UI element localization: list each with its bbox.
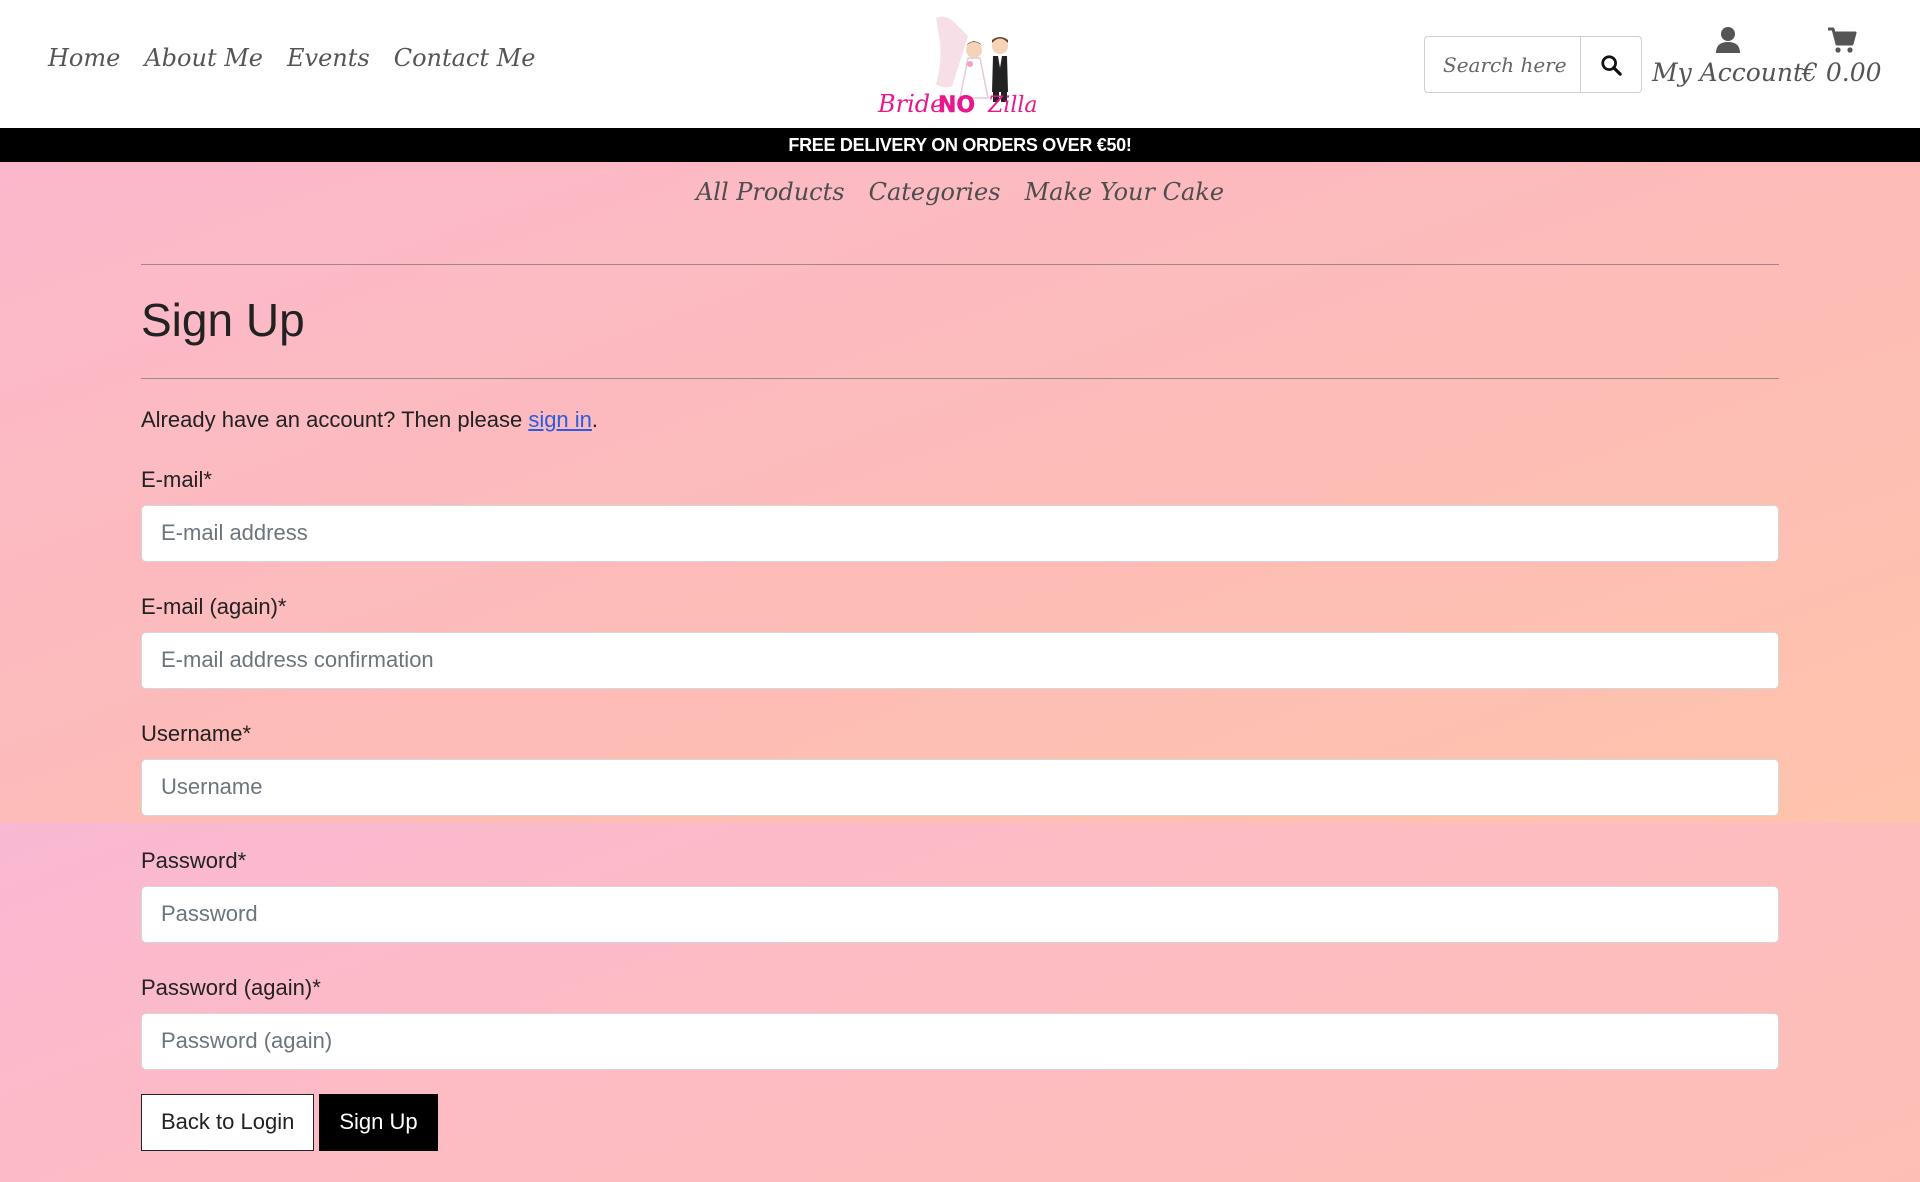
username-label: Username*	[141, 720, 252, 746]
my-account-link[interactable]: My Account	[1652, 26, 1803, 87]
top-divider	[141, 264, 1779, 265]
signup-form: E-mail* E-mail (again)* Username* Passwo…	[141, 467, 1779, 1151]
subnav-make-your-cake-link[interactable]: Make Your Cake	[1025, 178, 1224, 206]
search-button[interactable]	[1580, 36, 1642, 93]
signin-prompt: Already have an account? Then please sig…	[141, 407, 1779, 433]
nav-contact-link[interactable]: Contact Me	[394, 44, 536, 72]
logo-text-zilla: Zilla	[987, 93, 1038, 116]
signup-section: Sign Up Already have an account? Then pl…	[141, 264, 1779, 1151]
email-confirm-field[interactable]	[141, 631, 1779, 689]
logo-text-bride: Bride	[877, 90, 944, 116]
cart-link[interactable]: € 0.00	[1802, 26, 1882, 87]
back-to-login-button[interactable]: Back to Login	[141, 1093, 315, 1151]
email-label: E-mail*	[141, 466, 212, 492]
my-account-label: My Account	[1652, 58, 1804, 87]
cart-icon	[1827, 27, 1857, 53]
subnav-categories-link[interactable]: Categories	[869, 178, 1001, 206]
main-nav: Home About Me Events Contact Me	[48, 44, 535, 72]
cart-total: € 0.00	[1802, 58, 1882, 87]
form-actions: Back to Login Sign Up	[141, 1093, 1779, 1151]
user-icon	[1715, 27, 1740, 53]
bride-groom-logo-icon: Bride NO Zilla	[877, 16, 1038, 118]
product-nav: All Products Categories Make Your Cake	[0, 178, 1920, 206]
title-divider	[141, 377, 1779, 379]
email-confirm-label: E-mail (again)*	[141, 593, 287, 619]
subnav-all-products-link[interactable]: All Products	[696, 178, 845, 206]
search-input[interactable]	[1424, 36, 1580, 93]
sign-in-link[interactable]: sign in	[528, 407, 592, 432]
search-icon	[1601, 54, 1622, 76]
nav-home-link[interactable]: Home	[48, 44, 120, 72]
sign-up-button[interactable]: Sign Up	[319, 1093, 438, 1151]
signin-prompt-suffix: .	[591, 406, 599, 432]
nav-about-link[interactable]: About Me	[144, 44, 263, 72]
delivery-banner-text: FREE DELIVERY ON ORDERS OVER €50!	[788, 134, 1132, 155]
email-field[interactable]	[141, 504, 1779, 562]
signin-prompt-text: Already have an account? Then please	[141, 406, 529, 432]
site-header: Home About Me Events Contact Me Bride NO	[0, 0, 1920, 128]
site-logo[interactable]: Bride NO Zilla	[876, 12, 1042, 118]
nav-events-link[interactable]: Events	[287, 44, 370, 72]
password-label: Password*	[141, 847, 247, 873]
search-form	[1424, 36, 1642, 93]
page-title: Sign Up	[141, 294, 305, 346]
password-confirm-field[interactable]	[141, 1012, 1779, 1070]
password-field[interactable]	[141, 885, 1779, 943]
logo-text-no: NO	[938, 93, 975, 116]
password-confirm-label: Password (again)*	[141, 974, 321, 1000]
main-content: All Products Categories Make Your Cake S…	[0, 162, 1920, 1182]
username-field[interactable]	[141, 758, 1779, 816]
delivery-banner: FREE DELIVERY ON ORDERS OVER €50!	[0, 128, 1920, 162]
